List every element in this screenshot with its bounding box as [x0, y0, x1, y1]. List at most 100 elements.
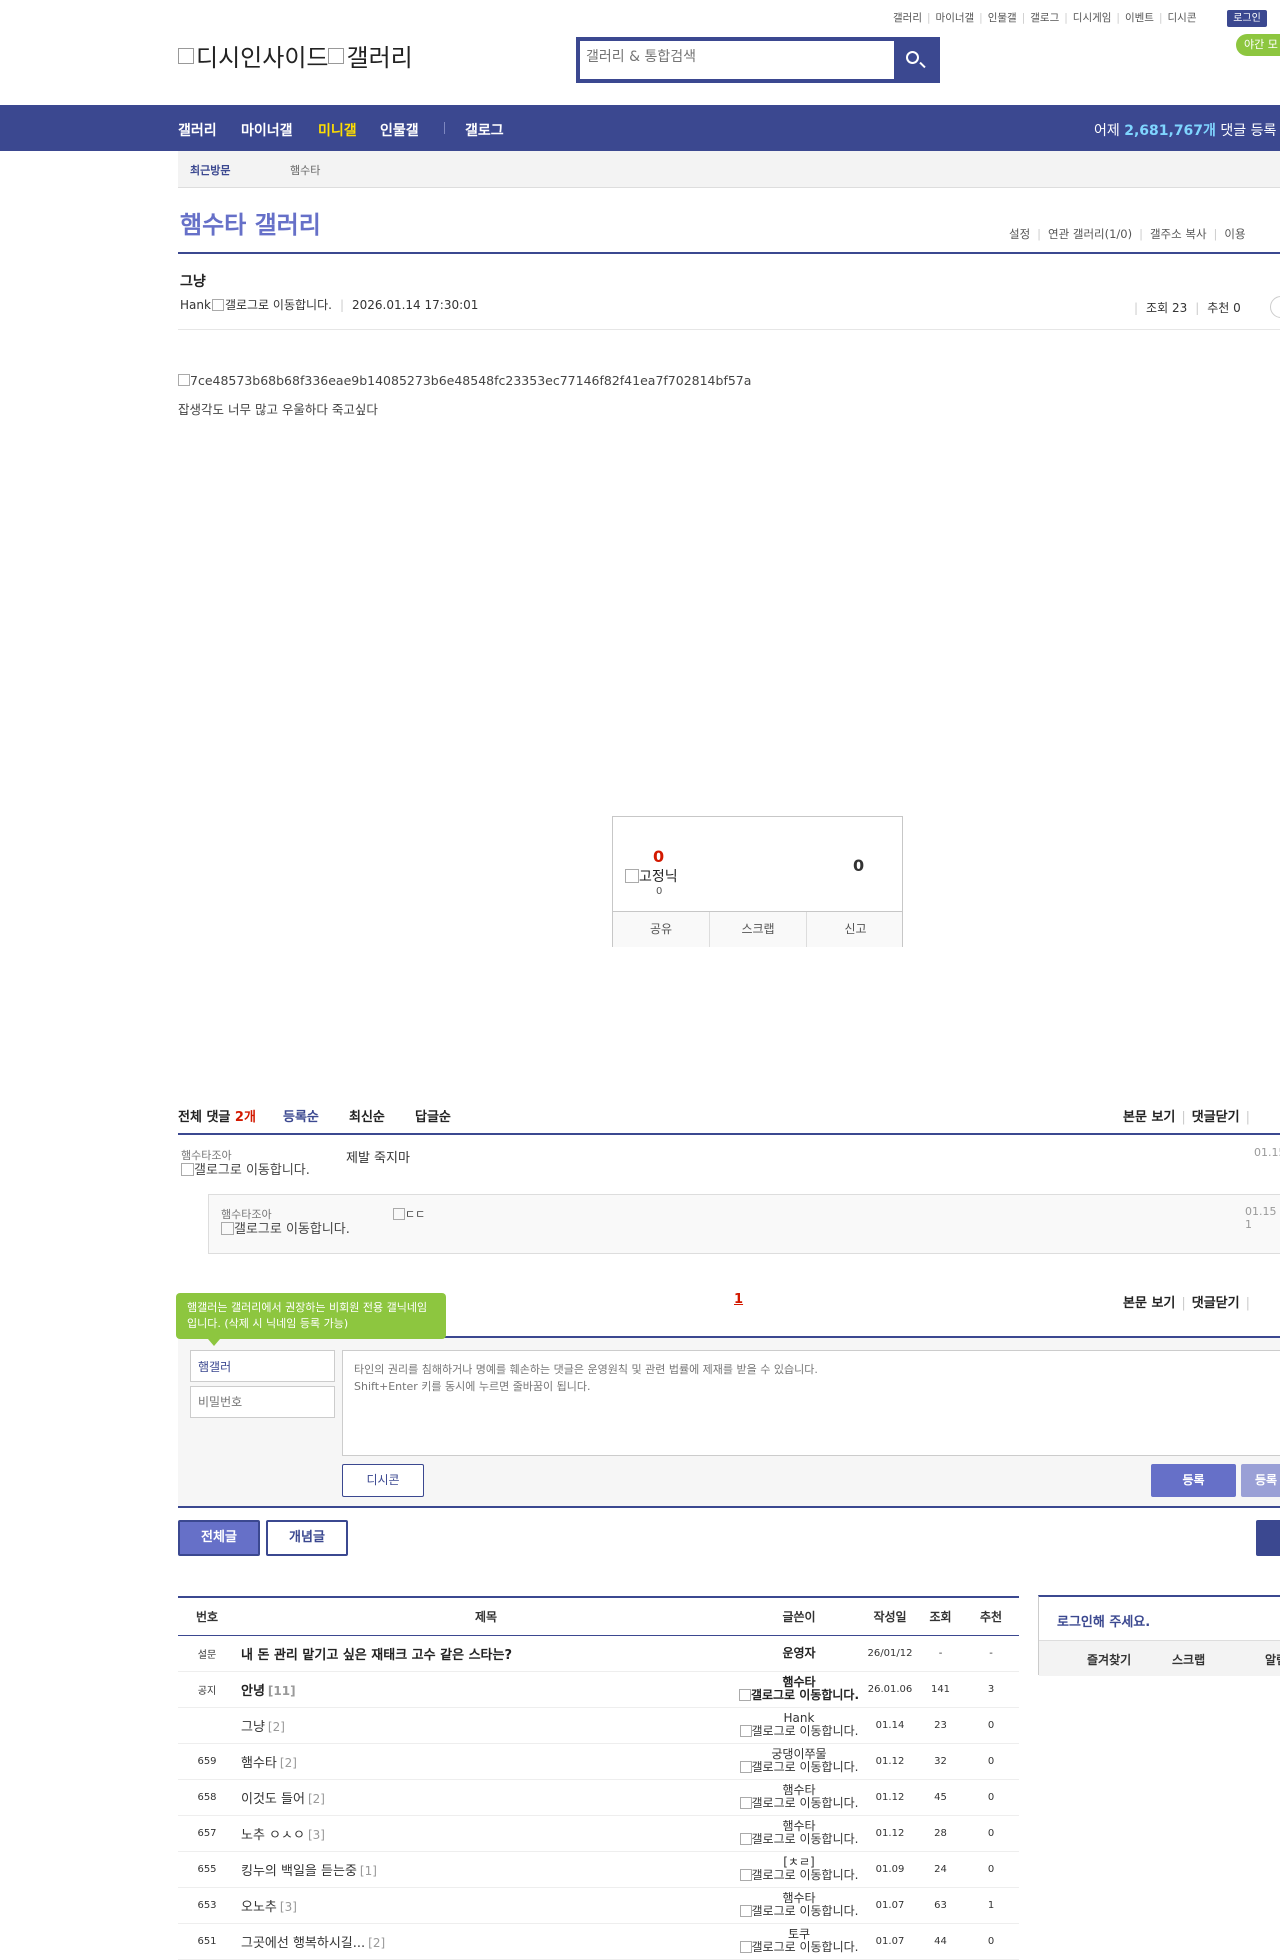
util-link-gallery[interactable]: 갤러리 [893, 12, 922, 24]
view-body-link[interactable]: 본문 보기 [1123, 1296, 1175, 1311]
row-subject-text[interactable]: 그곳에선 행복하시길... [241, 1936, 365, 1951]
row-subject-text[interactable]: 노추 ㅇㅅㅇ [241, 1828, 305, 1843]
sort-registered[interactable]: 등록순 [283, 1106, 319, 1125]
table-row[interactable]: 655 킹누의 백일을 듣는중 [1] [ㅊㄹ] 갤로그로 이동합니다. 01.09 24 0 [178, 1851, 1019, 1888]
post-author[interactable]: Hank [180, 298, 211, 312]
copy-address-link[interactable]: 갤주소 복사 [1150, 227, 1207, 241]
search-button[interactable] [894, 41, 936, 79]
nav-minor[interactable]: 마이너갤 [241, 120, 293, 140]
util-link-gallog[interactable]: 갤로그 [1030, 12, 1059, 24]
util-link-minor[interactable]: 마이너갤 [936, 12, 975, 24]
nav-gallog[interactable]: 갤로그 [465, 120, 504, 140]
logo[interactable]: 디시인사이드 갤러리 [178, 38, 413, 73]
table-row[interactable]: 653 오노추 [3] 햄수타 갤로그로 이동합니다. 01.07 63 1 [178, 1887, 1019, 1924]
close-comments-link[interactable]: 댓글닫기 [1192, 1296, 1240, 1311]
row-subject[interactable]: 햄수타 [2] [236, 1743, 736, 1780]
row-subject-text[interactable]: 그냥 [241, 1720, 265, 1735]
close-comments-link[interactable]: 댓글닫기 [1192, 1110, 1240, 1125]
util-link-event[interactable]: 이벤트 [1125, 12, 1154, 24]
recent-visit-label[interactable]: 최근방문 [190, 162, 230, 178]
row-reply-count[interactable]: [2] [368, 1936, 385, 1950]
row-subject[interactable]: 노추 ㅇㅅㅇ [3] [236, 1815, 736, 1852]
row-subject-text[interactable]: 안녕 [241, 1684, 265, 1699]
row-reply-count[interactable]: [1] [360, 1864, 377, 1878]
nav-person[interactable]: 인물갤 [380, 120, 419, 140]
login-prompt[interactable]: 로그인해 주세요. [1057, 1611, 1150, 1630]
login-button[interactable]: 로그인 [1227, 10, 1267, 27]
tab-all-posts[interactable]: 전체글 [178, 1520, 260, 1556]
row-subject[interactable]: 킹누의 백일을 듣는중 [1] [236, 1851, 736, 1888]
comment-nick[interactable]: 햄수타조아 [181, 1147, 311, 1163]
row-reply-count[interactable]: [3] [308, 1828, 325, 1842]
row-subject-text[interactable]: 햄수타 [241, 1756, 277, 1771]
nav-mini[interactable]: 미니갤 [318, 120, 357, 140]
util-link-game[interactable]: 디시게임 [1073, 12, 1112, 24]
row-subject[interactable]: 이것도 들어 [2] [236, 1779, 736, 1816]
row-subject-text[interactable]: 내 돈 관리 맡기고 싶은 재태크 고수 같은 스타는? [241, 1648, 512, 1663]
row-subject[interactable]: 내 돈 관리 맡기고 싶은 재태크 고수 같은 스타는? [236, 1635, 736, 1672]
writer-nick[interactable]: 운영자 [782, 1646, 815, 1660]
view-body-link[interactable]: 본문 보기 [1123, 1110, 1175, 1125]
row-subject[interactable]: 그냥 [2] [236, 1707, 736, 1744]
share-button[interactable]: 공유 [613, 912, 710, 947]
gallog-icon[interactable] [211, 299, 224, 311]
notification-link[interactable]: 알림 [1265, 1651, 1280, 1668]
usage-link[interactable]: 이용 [1224, 227, 1245, 241]
comment-page-1[interactable]: 1 [734, 1292, 743, 1307]
row-subject[interactable]: 오노추 [3] [236, 1887, 736, 1924]
writer-gallog[interactable]: 갤로그로 이동합니다. [736, 1833, 862, 1846]
util-link-person[interactable]: 인물갤 [988, 12, 1017, 24]
tab-best-posts[interactable]: 개념글 [266, 1520, 348, 1556]
writer-gallog[interactable]: 갤로그로 이동합니다. [736, 1761, 862, 1774]
scrap-link[interactable]: 스크랩 [1172, 1651, 1205, 1668]
night-mode-button[interactable]: 야간 모 [1236, 34, 1280, 56]
recent-visit-item[interactable]: 햄수타 [290, 162, 320, 178]
row-reply-count[interactable]: [3] [280, 1900, 297, 1914]
row-subject[interactable]: 그곳에선 행복하시길... [2] [236, 1923, 736, 1960]
sort-latest[interactable]: 최신순 [349, 1106, 385, 1125]
table-row[interactable]: 651 그곳에선 행복하시길... [2] 토쿠 갤로그로 이동합니다. 01.07 44 0 [178, 1923, 1019, 1960]
nickname-field[interactable] [190, 1350, 335, 1382]
favorites-link[interactable]: 즐겨찾기 [1087, 1651, 1131, 1668]
table-row[interactable]: 657 노추 ㅇㅅㅇ [3] 햄수타 갤로그로 이동합니다. 01.12 28 0 [178, 1815, 1019, 1852]
dccon-button[interactable]: 디시콘 [342, 1464, 424, 1497]
row-reply-count[interactable]: [2] [308, 1792, 325, 1806]
writer-gallog[interactable]: 갤로그로 이동합니다. [736, 1941, 862, 1954]
password-field[interactable] [190, 1386, 335, 1418]
table-row[interactable]: 658 이것도 들어 [2] 햄수타 갤로그로 이동합니다. 01.12 45 0 [178, 1779, 1019, 1816]
nav-gallery[interactable]: 갤러리 [178, 120, 217, 140]
report-button[interactable]: 신고 [807, 912, 904, 947]
row-subject-text[interactable]: 오노추 [241, 1900, 277, 1915]
sort-replies[interactable]: 답글순 [415, 1106, 451, 1125]
related-gallery-link[interactable]: 연관 갤러리(1/0) [1048, 227, 1132, 241]
row-reply-count[interactable]: [11] [268, 1684, 296, 1698]
row-subject-text[interactable]: 킹누의 백일을 듣는중 [241, 1864, 357, 1879]
gallery-settings-link[interactable]: 설정 [1009, 227, 1030, 241]
comment-gallog[interactable]: 갤로그로 이동합니다. [221, 1222, 351, 1237]
font-size-toggle[interactable] [1270, 296, 1280, 318]
fixed-nick-button[interactable]: 고정닉 [625, 866, 678, 886]
comment-textarea[interactable] [342, 1350, 1280, 1456]
row-subject-text[interactable]: 이것도 들어 [241, 1792, 305, 1807]
writer-gallog[interactable]: 갤로그로 이동합니다. [736, 1725, 862, 1738]
row-reply-count[interactable]: [2] [280, 1756, 297, 1770]
writer-gallog[interactable]: 갤로그로 이동합니다. [736, 1797, 862, 1810]
row-subject[interactable]: 안녕 [11] [236, 1671, 736, 1708]
gallery-title[interactable]: 햄수타 갤러리 [180, 205, 321, 240]
comment-nick[interactable]: 햄수타조아 [221, 1206, 351, 1222]
row-reply-count[interactable]: [2] [268, 1720, 285, 1734]
writer-gallog[interactable]: 갤로그로 이동합니다. [736, 1689, 862, 1702]
search-input[interactable] [586, 49, 886, 65]
table-row[interactable]: 설문 내 돈 관리 맡기고 싶은 재태크 고수 같은 스타는? 운영자 26/01/1… [178, 1635, 1019, 1672]
writer-gallog[interactable]: 갤로그로 이동합니다. [736, 1905, 862, 1918]
scrap-button[interactable]: 스크랩 [710, 912, 807, 947]
comment-gallog[interactable]: 갤로그로 이동합니다. [181, 1163, 311, 1178]
write-button[interactable] [1256, 1520, 1280, 1556]
util-link-dccon[interactable]: 디시콘 [1168, 12, 1197, 24]
table-row[interactable]: 공지 안녕 [11] 햄수타 갤로그로 이동합니다. 26.01.06 141 3 [178, 1671, 1019, 1708]
submit-button[interactable]: 등록 [1151, 1464, 1236, 1497]
submit-secondary-button[interactable]: 등록 [1241, 1464, 1280, 1497]
table-row[interactable]: 그냥 [2] Hank 갤로그로 이동합니다. 01.14 23 0 [178, 1707, 1019, 1744]
writer-gallog[interactable]: 갤로그로 이동합니다. [736, 1869, 862, 1882]
table-row[interactable]: 659 햄수타 [2] 궁댕이쭈물 갤로그로 이동합니다. 01.12 32 0 [178, 1743, 1019, 1780]
